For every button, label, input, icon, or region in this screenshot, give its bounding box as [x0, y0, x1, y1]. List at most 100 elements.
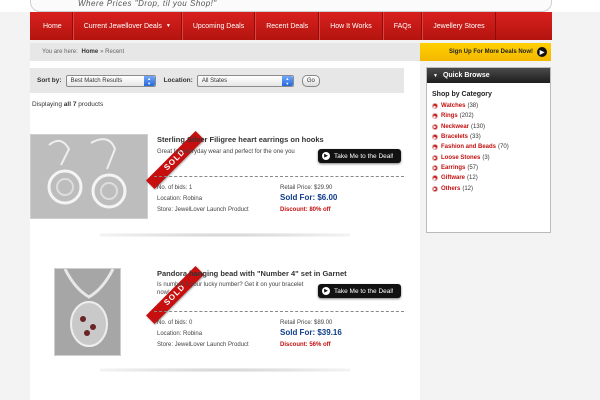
- signup-label: Sign Up For More Deals Now!: [448, 49, 533, 55]
- category-fashion-and-beads[interactable]: ▶ Fashion and Beads (70): [427, 142, 550, 152]
- category-watches[interactable]: ▶ Watches (38): [427, 101, 550, 111]
- arrow-bullet-icon: ▶: [432, 185, 438, 192]
- divider: [154, 176, 404, 177]
- nav-faqs[interactable]: FAQs: [382, 12, 423, 40]
- category-heading: Shop by Category: [432, 91, 492, 98]
- discount: Discount: 56% off: [280, 342, 331, 348]
- product-title[interactable]: Sterling Silver Filigree heart earrings …: [157, 135, 324, 144]
- main-content: Sort by: Best Match Results ▲ ▼ Location:…: [30, 61, 420, 400]
- play-icon: ▶: [322, 152, 330, 160]
- deal-button-label: Take Me to the Deal!: [334, 152, 394, 160]
- category-giftware[interactable]: ▶ Giftware (12): [427, 173, 550, 183]
- earrings-image-icon: [31, 135, 147, 218]
- category-count: (57): [467, 164, 479, 171]
- header-strip: Where Prices "Drop, til you Shop!": [0, 0, 600, 12]
- card-shadow: [100, 368, 350, 372]
- deal-button-label: Take Me to the Deal!: [334, 287, 394, 295]
- breadcrumb-home-link[interactable]: Home: [81, 49, 98, 55]
- product-location: Location: Robina: [157, 196, 203, 202]
- location-label: Location:: [163, 77, 193, 84]
- discount: Discount: 80% off: [280, 207, 331, 213]
- retail-price: Retail Price: $29.90: [280, 185, 333, 191]
- sort-select-value: Best Match Results: [70, 77, 123, 84]
- product-image[interactable]: [54, 268, 121, 356]
- category-loose-stones[interactable]: ▶ Loose Stones (3): [427, 152, 550, 162]
- category-name: Earrings: [441, 164, 466, 171]
- results-number: all 7: [63, 101, 77, 108]
- results-prefix: Displaying: [32, 101, 64, 108]
- sort-bar: Sort by: Best Match Results ▲ ▼ Location:…: [30, 68, 404, 93]
- nav-upcoming-deals[interactable]: Upcoming Deals: [181, 12, 256, 40]
- breadcrumb-prefix: You are here:: [42, 49, 78, 55]
- product-location: Location: Robina: [157, 331, 203, 337]
- results-count: Displaying all 7 products: [32, 101, 103, 108]
- category-count: (12): [467, 175, 478, 182]
- breadcrumb-separator: »: [100, 49, 104, 55]
- category-neckwear[interactable]: ▶ Neckwear (130): [427, 122, 550, 132]
- category-name: Giftware: [441, 175, 466, 182]
- location-select[interactable]: All States ▲ ▼: [196, 74, 294, 87]
- category-name: Fashion and Beads: [441, 144, 497, 151]
- results-suffix: products: [76, 101, 104, 108]
- retail-price: Retail Price: $89.00: [280, 320, 333, 326]
- nav-current-deals[interactable]: Current Jewellover Deals ▼: [72, 12, 182, 40]
- breadcrumb: You are here: Home » Recent: [30, 43, 420, 61]
- nav-label: FAQs: [393, 22, 412, 30]
- main-nav: Home Current Jewellover Deals ▼ Upcoming …: [30, 12, 552, 40]
- category-name: Others: [441, 185, 461, 192]
- location-select-value: All States: [201, 77, 228, 84]
- category-count: (130): [471, 123, 486, 130]
- category-rings[interactable]: ▶ Rings (202): [427, 111, 550, 121]
- nav-jewellery-stores[interactable]: Jewellery Stores: [422, 12, 496, 40]
- sort-label: Sort by:: [37, 77, 62, 84]
- bid-count: No. of bids: 0: [157, 320, 193, 326]
- breadcrumb-current: Recent: [105, 49, 125, 55]
- product-title[interactable]: Pandora hanging bead with "Number 4" set…: [157, 269, 347, 278]
- category-count: (202): [459, 113, 474, 120]
- nav-label: Jewellery Stores: [433, 22, 485, 30]
- product-store: Store: JewelLover Launch Product: [157, 207, 249, 213]
- select-arrows-icon: ▲ ▼: [281, 75, 293, 86]
- select-arrows-icon: ▲ ▼: [143, 75, 155, 86]
- nav-recent-deals[interactable]: Recent Deals: [255, 12, 320, 40]
- take-me-to-deal-button[interactable]: ▶ Take Me to the Deal!: [318, 284, 401, 298]
- product-store: Store: JewelLover Launch Product: [157, 342, 249, 348]
- bead-image-icon: [55, 269, 120, 355]
- category-count: (70): [498, 144, 509, 151]
- category-bracelets[interactable]: ▶ Bracelets (33): [427, 132, 550, 142]
- quick-browse-header[interactable]: ▼ Quick Browse: [427, 68, 550, 83]
- product-card: SOLD Sterling Silver Filigree heart earr…: [30, 129, 420, 239]
- category-earrings[interactable]: ▶ Earrings (57): [427, 163, 550, 173]
- go-button[interactable]: Go: [301, 74, 320, 87]
- arrow-bullet-icon: ▶: [432, 103, 438, 110]
- nav-how-it-works[interactable]: How It Works: [319, 12, 383, 40]
- arrow-bullet-icon: ▶: [432, 123, 438, 130]
- category-others[interactable]: ▶ Others (12): [427, 183, 550, 193]
- arrow-bullet-icon: ▶: [432, 164, 438, 171]
- sort-select[interactable]: Best Match Results ▲ ▼: [65, 74, 156, 87]
- category-count: (12): [462, 185, 474, 192]
- site-tagline: Where Prices "Drop, til you Shop!": [78, 0, 217, 8]
- quick-browse-title: Quick Browse: [442, 72, 490, 79]
- sold-price: Sold For: $39.16: [280, 328, 342, 337]
- play-icon: ▶: [322, 287, 330, 295]
- divider: [154, 311, 404, 312]
- nav-label: How It Works: [330, 22, 372, 30]
- product-image[interactable]: [30, 134, 148, 219]
- arrow-bullet-icon: ▶: [432, 175, 438, 182]
- category-name: Rings: [441, 113, 458, 120]
- nav-home[interactable]: Home: [30, 12, 73, 40]
- category-count: (38): [467, 103, 479, 110]
- page: Where Prices "Drop, til you Shop!" Home …: [0, 0, 600, 400]
- arrow-right-circle-icon: ▶: [537, 47, 547, 57]
- product-description: Is number 4 your lucky number? Get it on…: [157, 282, 304, 296]
- category-name: Bracelets: [441, 134, 469, 141]
- chevron-down-icon: ▼: [165, 23, 171, 29]
- category-name: Loose Stones: [441, 154, 481, 161]
- nav-label: Home: [43, 22, 62, 30]
- quick-browse-panel: ▼ Quick Browse Shop by Category ▶ Watches…: [426, 67, 551, 233]
- product-description: Great for everyday wear and perfect for …: [157, 149, 295, 155]
- signup-button[interactable]: Sign Up For More Deals Now! ▶: [420, 43, 551, 61]
- take-me-to-deal-button[interactable]: ▶ Take Me to the Deal!: [318, 149, 401, 163]
- arrow-bullet-icon: ▶: [432, 113, 438, 120]
